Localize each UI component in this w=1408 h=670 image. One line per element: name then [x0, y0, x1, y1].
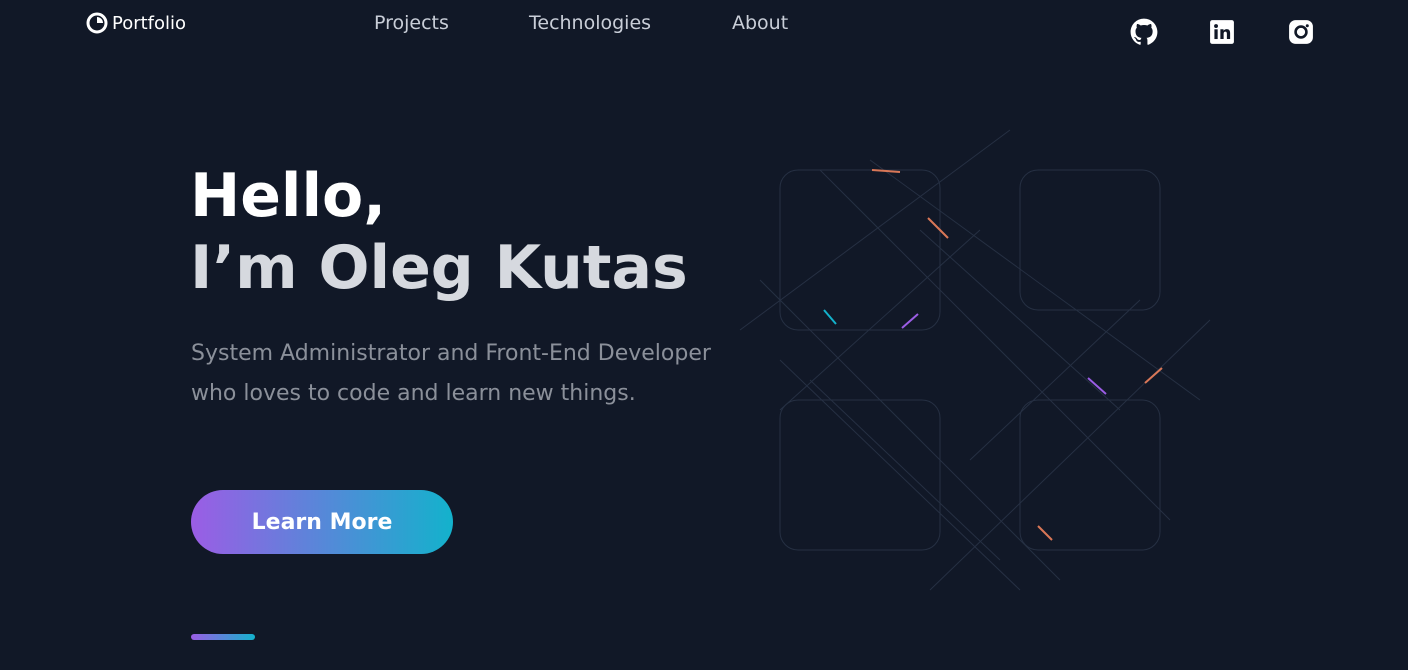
- linkedin-icon: [1210, 20, 1234, 44]
- github-link[interactable]: [1130, 18, 1158, 46]
- github-icon: [1130, 18, 1158, 45]
- hero-name: I’m Oleg Kutas: [190, 233, 688, 303]
- logo-icon: [86, 12, 108, 34]
- hero-greeting: Hello,: [190, 161, 387, 231]
- instagram-icon: [1289, 20, 1313, 44]
- site-logo[interactable]: Portfolio: [86, 12, 186, 34]
- decorative-background-graphic: [739, 129, 1211, 591]
- linkedin-link[interactable]: [1208, 18, 1236, 46]
- nav-link-about[interactable]: About: [732, 12, 788, 34]
- nav-link-technologies[interactable]: Technologies: [529, 12, 651, 34]
- section-divider-bar: [191, 634, 255, 640]
- nav-link-projects[interactable]: Projects: [374, 12, 449, 34]
- hero-title: Hello, I’m Oleg Kutas: [190, 160, 688, 304]
- hero-subtitle: System Administrator and Front-End Devel…: [191, 341, 711, 406]
- learn-more-button[interactable]: Learn More: [191, 490, 453, 554]
- top-navbar: Portfolio Projects Technologies About: [0, 0, 1408, 60]
- instagram-link[interactable]: [1287, 18, 1315, 46]
- logo-text: Portfolio: [112, 12, 187, 34]
